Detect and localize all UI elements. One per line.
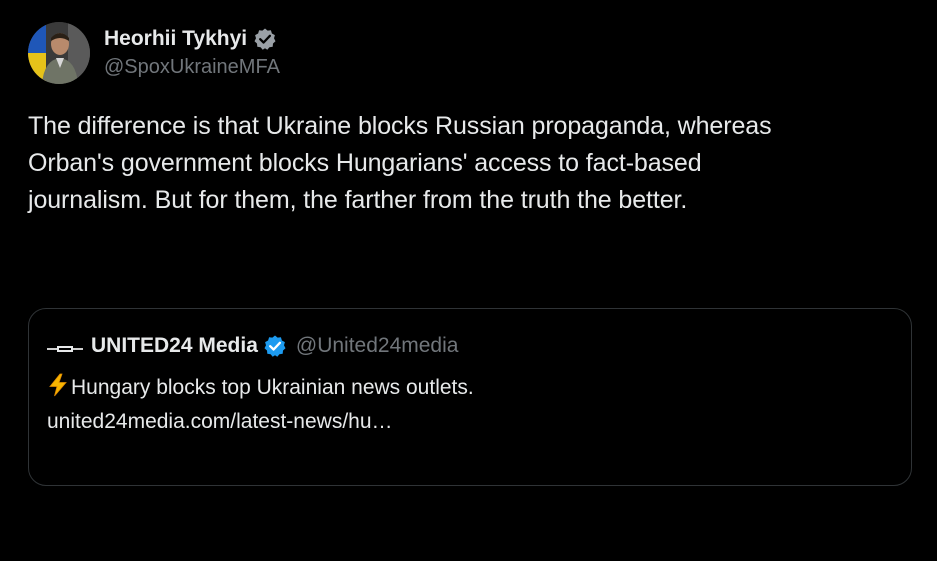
name-row: Heorhii Tykhyi — [104, 24, 280, 54]
avatar[interactable] — [28, 22, 90, 84]
verified-badge-icon — [253, 27, 277, 51]
quoted-tweet-body: Hungary blocks top Ukrainian news outlet… — [71, 376, 474, 399]
quoted-author-handle[interactable]: @United24media — [296, 334, 459, 358]
lightning-bolt-icon — [47, 373, 69, 397]
author-display-name[interactable]: Heorhii Tykhyi — [104, 27, 247, 51]
author-handle[interactable]: @SpoxUkraineMFA — [104, 56, 280, 79]
quoted-tweet-card[interactable]: UNITED24 Media @United24media Hungary bl… — [28, 308, 912, 486]
quoted-tweet-text: Hungary blocks top Ukrainian news outlet… — [47, 371, 887, 439]
tweet-text: The difference is that Ukraine blocks Ru… — [28, 112, 772, 214]
quoted-tweet-header: UNITED24 Media @United24media — [47, 331, 458, 361]
tweet-header: Heorhii Tykhyi @SpoxUkraineMFA — [28, 22, 280, 86]
tweet: Heorhii Tykhyi @SpoxUkraineMFA The diffe… — [0, 0, 937, 561]
united24-logo-icon — [47, 341, 83, 352]
profile-photo-icon — [28, 22, 90, 84]
verified-badge-icon — [263, 334, 287, 358]
quoted-tweet-link[interactable]: united24media.com/latest-news/hu… — [47, 405, 887, 439]
quoted-author-display-name[interactable]: UNITED24 Media — [91, 334, 258, 358]
author-names: Heorhii Tykhyi @SpoxUkraineMFA — [104, 22, 280, 79]
